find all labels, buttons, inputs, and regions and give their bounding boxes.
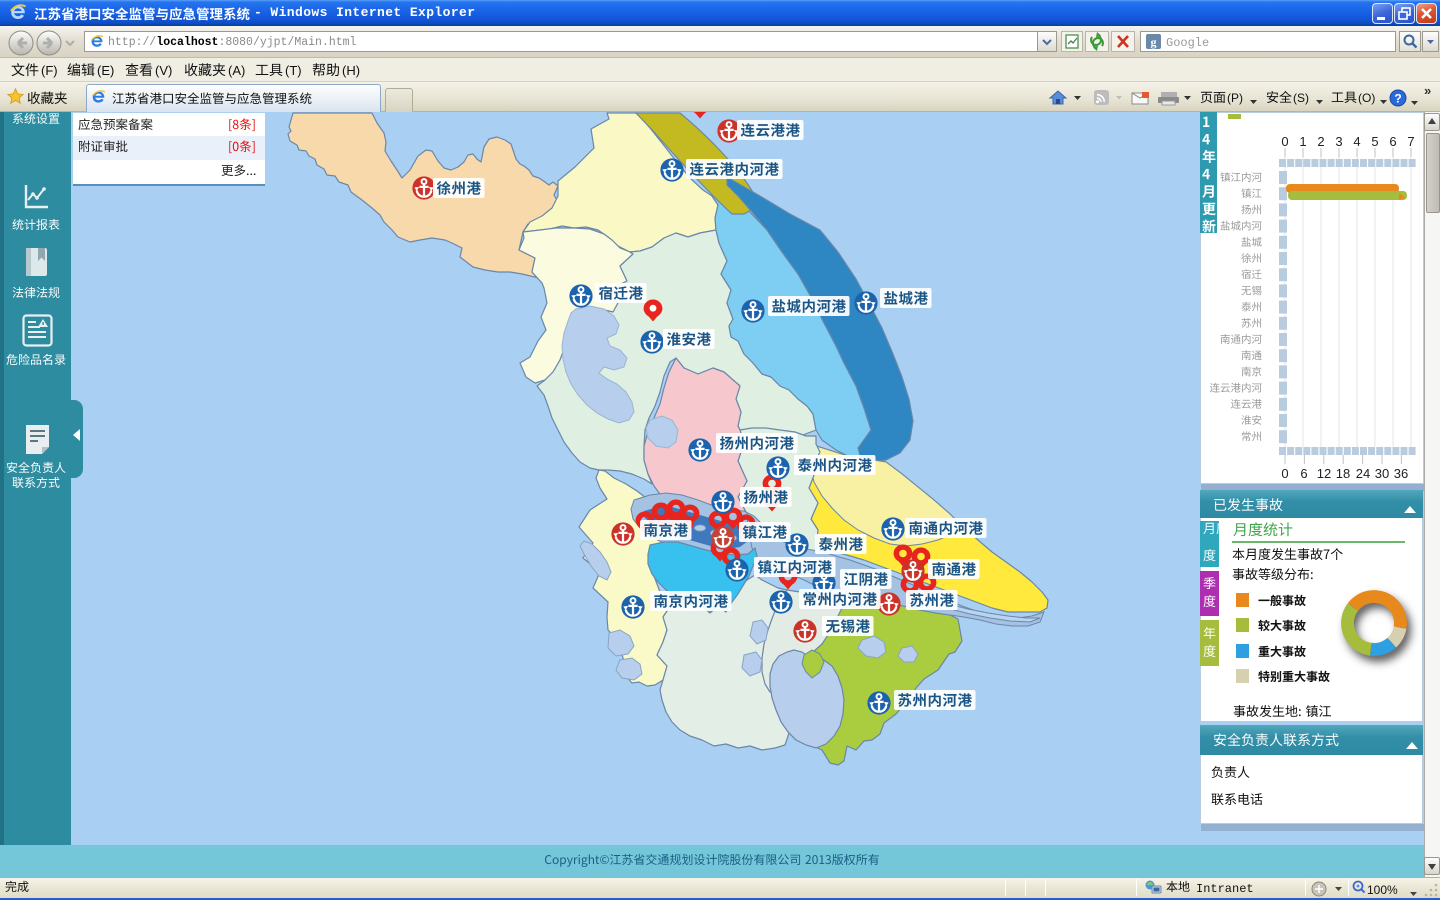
svg-text:g: g bbox=[1151, 35, 1157, 49]
svg-text:?: ? bbox=[1394, 92, 1401, 106]
